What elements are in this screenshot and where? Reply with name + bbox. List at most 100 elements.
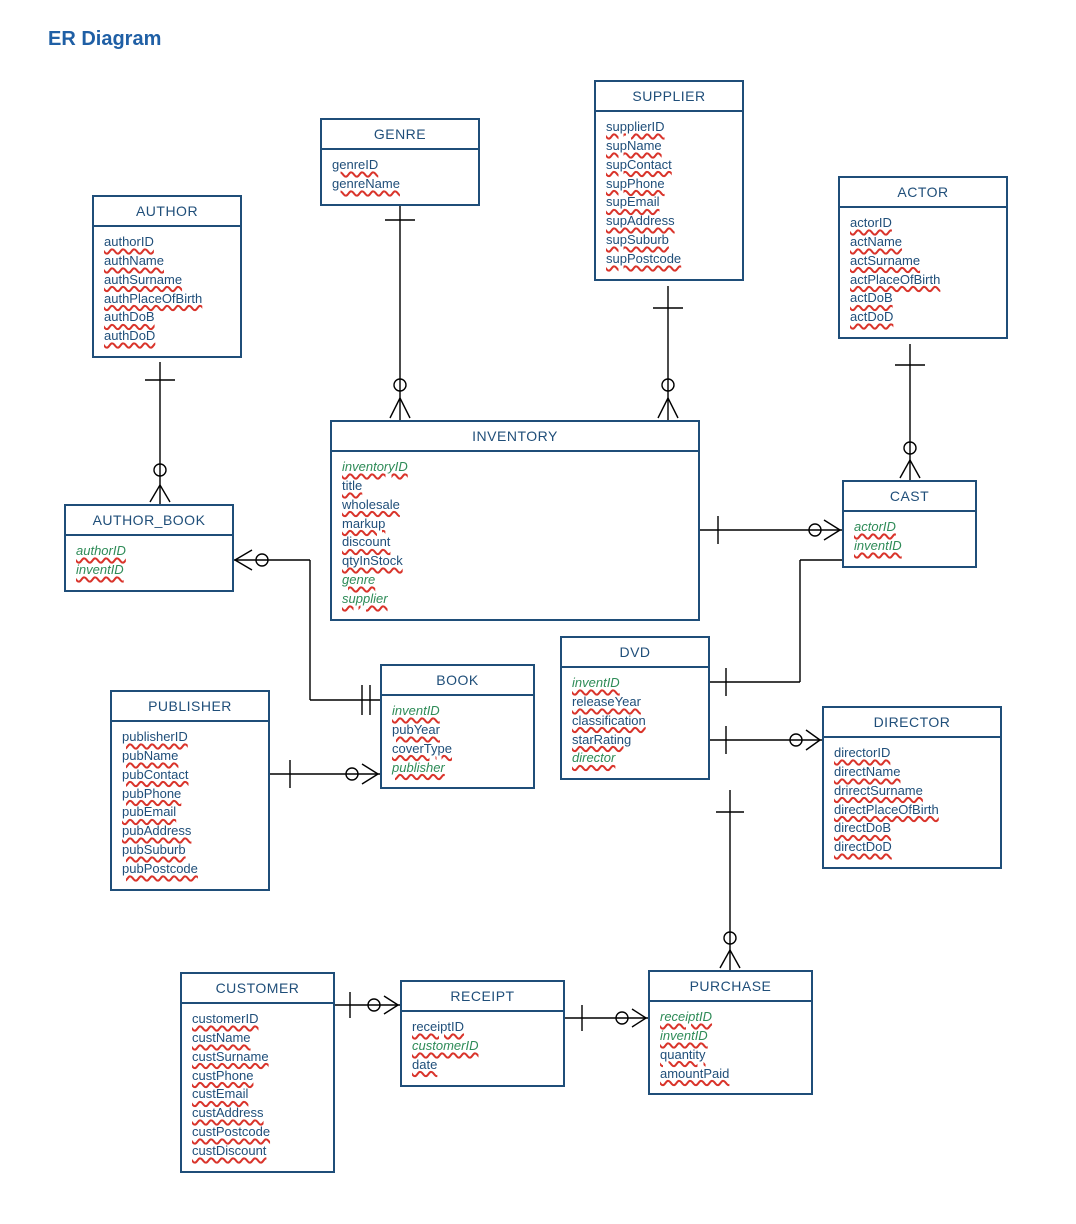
attribute: receiptID xyxy=(660,1008,801,1027)
attribute: genreName xyxy=(332,175,468,194)
attribute: authPlaceOfBirth xyxy=(104,290,230,309)
attribute: publisherID xyxy=(122,728,258,747)
attribute: custSurname xyxy=(192,1048,323,1067)
entity-genre: GENREgenreIDgenreName xyxy=(320,118,480,206)
attribute: genre xyxy=(342,571,688,590)
attribute: pubAddress xyxy=(122,822,258,841)
page-title: ER Diagram xyxy=(48,28,161,51)
attribute: pubPhone xyxy=(122,785,258,804)
attribute: custName xyxy=(192,1029,323,1048)
attribute: directDoD xyxy=(834,838,990,857)
entity-header: DIRECTOR xyxy=(824,708,1000,738)
attribute: authDoB xyxy=(104,308,230,327)
attribute: supPhone xyxy=(606,175,732,194)
attribute: director xyxy=(572,749,698,768)
attribute: actName xyxy=(850,233,996,252)
attribute: coverType xyxy=(392,740,523,759)
entity-header: DVD xyxy=(562,638,708,668)
entity-inventory: INVENTORYinventoryIDtitlewholesalemarkup… xyxy=(330,420,700,621)
attribute: title xyxy=(342,477,688,496)
attribute: starRating xyxy=(572,731,698,750)
attribute: releaseYear xyxy=(572,693,698,712)
entity-body: inventoryIDtitlewholesalemarkupdiscountq… xyxy=(332,452,698,619)
entity-book: BOOKinventIDpubYearcoverTypepublisher xyxy=(380,664,535,789)
attribute: authName xyxy=(104,252,230,271)
attribute: actPlaceOfBirth xyxy=(850,271,996,290)
attribute: inventID xyxy=(392,702,523,721)
entity-body: inventIDpubYearcoverTypepublisher xyxy=(382,696,533,787)
attribute: pubEmail xyxy=(122,803,258,822)
entity-body: receiptIDinventIDquantityamountPaid xyxy=(650,1002,811,1093)
entity-header: AUTHOR xyxy=(94,197,240,227)
attribute: inventID xyxy=(572,674,698,693)
entity-header: CAST xyxy=(844,482,975,512)
attribute: custPostcode xyxy=(192,1123,323,1142)
attribute: custDiscount xyxy=(192,1142,323,1161)
attribute: supContact xyxy=(606,156,732,175)
entity-body: genreIDgenreName xyxy=(322,150,478,204)
attribute: discount xyxy=(342,533,688,552)
attribute: actorID xyxy=(850,214,996,233)
entity-header: CUSTOMER xyxy=(182,974,333,1004)
entity-body: actorIDactNameactSurnameactPlaceOfBirtha… xyxy=(840,208,1006,337)
attribute: pubContact xyxy=(122,766,258,785)
attribute: actSurname xyxy=(850,252,996,271)
entity-header: INVENTORY xyxy=(332,422,698,452)
attribute: drirectSurname xyxy=(834,782,990,801)
entity-body: publisherIDpubNamepubContactpubPhonepubE… xyxy=(112,722,268,889)
entity-publisher: PUBLISHERpublisherIDpubNamepubContactpub… xyxy=(110,690,270,891)
entity-body: inventIDreleaseYearclassificationstarRat… xyxy=(562,668,708,778)
attribute: pubName xyxy=(122,747,258,766)
attribute: pubYear xyxy=(392,721,523,740)
attribute: qtyInStock xyxy=(342,552,688,571)
attribute: inventID xyxy=(854,537,965,556)
attribute: authDoD xyxy=(104,327,230,346)
attribute: pubSuburb xyxy=(122,841,258,860)
entity-header: GENRE xyxy=(322,120,478,150)
attribute: customerID xyxy=(412,1037,553,1056)
attribute: directorID xyxy=(834,744,990,763)
attribute: supAddress xyxy=(606,212,732,231)
entity-body: customerIDcustNamecustSurnamecustPhonecu… xyxy=(182,1004,333,1171)
attribute: supplierID xyxy=(606,118,732,137)
attribute: authorID xyxy=(104,233,230,252)
attribute: actorID xyxy=(854,518,965,537)
attribute: custPhone xyxy=(192,1067,323,1086)
entity-header: ACTOR xyxy=(840,178,1006,208)
attribute: markup xyxy=(342,515,688,534)
entity-header: RECEIPT xyxy=(402,982,563,1012)
entity-cast: CASTactorIDinventID xyxy=(842,480,977,568)
attribute: publisher xyxy=(392,759,523,778)
entity-header: BOOK xyxy=(382,666,533,696)
attribute: amountPaid xyxy=(660,1065,801,1084)
entity-purchase: PURCHASEreceiptIDinventIDquantityamountP… xyxy=(648,970,813,1095)
attribute: inventID xyxy=(76,561,222,580)
attribute: genreID xyxy=(332,156,468,175)
attribute: quantity xyxy=(660,1046,801,1065)
attribute: supEmail xyxy=(606,193,732,212)
entity-header: PUBLISHER xyxy=(112,692,268,722)
attribute: customerID xyxy=(192,1010,323,1029)
attribute: inventID xyxy=(660,1027,801,1046)
entity-body: actorIDinventID xyxy=(844,512,975,566)
attribute: wholesale xyxy=(342,496,688,515)
attribute: supPostcode xyxy=(606,250,732,269)
entity-author_book: AUTHOR_BOOKauthorIDinventID xyxy=(64,504,234,592)
entity-supplier: SUPPLIERsupplierIDsupNamesupContactsupPh… xyxy=(594,80,744,281)
attribute: directPlaceOfBirth xyxy=(834,801,990,820)
entity-dvd: DVDinventIDreleaseYearclassificationstar… xyxy=(560,636,710,780)
entity-body: directorIDdirectNamedrirectSurnamedirect… xyxy=(824,738,1000,867)
attribute: directName xyxy=(834,763,990,782)
attribute: custEmail xyxy=(192,1085,323,1104)
attribute: inventoryID xyxy=(342,458,688,477)
attribute: directDoB xyxy=(834,819,990,838)
entity-customer: CUSTOMERcustomerIDcustNamecustSurnamecus… xyxy=(180,972,335,1173)
attribute: supName xyxy=(606,137,732,156)
attribute: classification xyxy=(572,712,698,731)
entity-actor: ACTORactorIDactNameactSurnameactPlaceOfB… xyxy=(838,176,1008,339)
attribute: authSurname xyxy=(104,271,230,290)
entity-author: AUTHOR authorIDauthNameauthSurnameauthPla… xyxy=(92,195,242,358)
attribute: date xyxy=(412,1056,553,1075)
attribute: supplier xyxy=(342,590,688,609)
attribute: supSuburb xyxy=(606,231,732,250)
